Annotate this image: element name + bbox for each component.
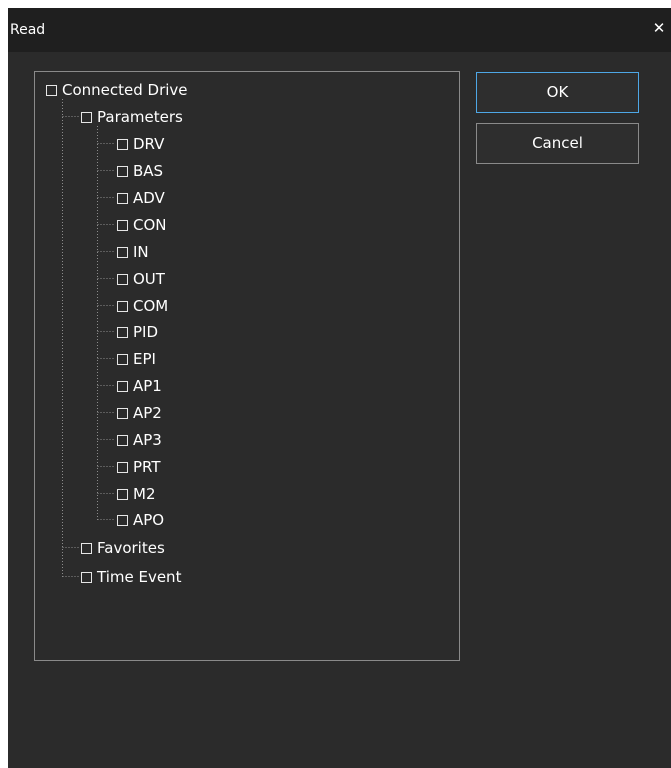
checkbox-icon[interactable] xyxy=(117,488,128,500)
tree-item-time-event[interactable]: Time Event xyxy=(81,568,181,586)
checkbox-icon[interactable] xyxy=(117,461,128,473)
tree-item-label: IN xyxy=(133,243,149,261)
tree-item-connected-drive[interactable]: Connected Drive xyxy=(46,81,188,99)
tree-item-label: AP2 xyxy=(133,404,162,422)
checkbox-icon[interactable] xyxy=(117,138,128,150)
checkbox-icon[interactable] xyxy=(117,273,128,285)
tree-item-bas[interactable]: BAS xyxy=(117,162,163,180)
tree-item-label: EPI xyxy=(133,350,156,368)
tree-item-label: AP1 xyxy=(133,377,162,395)
tree-item-favorites[interactable]: Favorites xyxy=(81,539,165,557)
tree-item-label: OUT xyxy=(133,270,165,288)
tree-item-con[interactable]: CON xyxy=(117,216,167,234)
tree-item-label: M2 xyxy=(133,485,156,503)
checkbox-icon[interactable] xyxy=(117,353,128,365)
tree-item-label: Parameters xyxy=(97,108,183,126)
checkbox-icon[interactable] xyxy=(117,434,128,446)
tree-item-apo[interactable]: APO xyxy=(117,511,164,529)
dialog-titlebar: Read ✕ xyxy=(8,8,671,52)
tree-item-label: APO xyxy=(133,511,165,529)
tree-item-label: Favorites xyxy=(97,539,165,557)
tree-item-adv[interactable]: ADV xyxy=(117,189,165,207)
tree-item-pid[interactable]: PID xyxy=(117,323,158,341)
read-dialog: Read ✕ Connected Drive Parameters DRV BA… xyxy=(8,8,671,768)
tree-item-label: AP3 xyxy=(133,431,162,449)
checkbox-icon[interactable] xyxy=(81,542,92,554)
tree-item-label: Connected Drive xyxy=(62,81,188,99)
checkbox-icon[interactable] xyxy=(46,84,57,96)
checkbox-icon[interactable] xyxy=(117,300,128,312)
tree-item-in[interactable]: IN xyxy=(117,243,149,261)
checkbox-icon[interactable] xyxy=(117,219,128,231)
checkbox-icon[interactable] xyxy=(117,165,128,177)
cancel-button[interactable]: Cancel xyxy=(476,123,639,164)
dialog-title: Read xyxy=(10,22,46,38)
tree-item-label: DRV xyxy=(133,135,165,153)
selection-tree: Connected Drive Parameters DRV BAS ADV C… xyxy=(34,71,460,661)
checkbox-icon[interactable] xyxy=(117,514,128,526)
checkbox-icon[interactable] xyxy=(117,246,128,258)
checkbox-icon[interactable] xyxy=(81,111,92,123)
checkbox-icon[interactable] xyxy=(117,407,128,419)
tree-item-label: BAS xyxy=(133,162,164,180)
tree-item-ap2[interactable]: AP2 xyxy=(117,404,162,422)
tree-item-m2[interactable]: M2 xyxy=(117,485,156,503)
tree-item-ap3[interactable]: AP3 xyxy=(117,431,162,449)
tree-item-ap1[interactable]: AP1 xyxy=(117,377,162,395)
tree-item-label: PID xyxy=(133,323,159,341)
tree-item-label: COM xyxy=(133,297,169,315)
checkbox-icon[interactable] xyxy=(117,380,128,392)
tree-item-out[interactable]: OUT xyxy=(117,270,165,288)
checkbox-icon[interactable] xyxy=(117,192,128,204)
close-icon[interactable]: ✕ xyxy=(649,18,669,38)
tree-item-epi[interactable]: EPI xyxy=(117,350,156,368)
checkbox-icon[interactable] xyxy=(117,326,128,338)
tree-item-label: CON xyxy=(133,216,167,234)
tree-item-com[interactable]: COM xyxy=(117,297,168,315)
ok-button[interactable]: OK xyxy=(476,72,639,113)
tree-item-drv[interactable]: DRV xyxy=(117,135,164,153)
tree-item-label: Time Event xyxy=(97,568,182,586)
tree-item-parameters[interactable]: Parameters xyxy=(81,108,183,126)
tree-item-label: PRT xyxy=(133,458,161,476)
checkbox-icon[interactable] xyxy=(81,571,92,583)
tree-item-label: ADV xyxy=(133,189,165,207)
tree-item-prt[interactable]: PRT xyxy=(117,458,161,476)
